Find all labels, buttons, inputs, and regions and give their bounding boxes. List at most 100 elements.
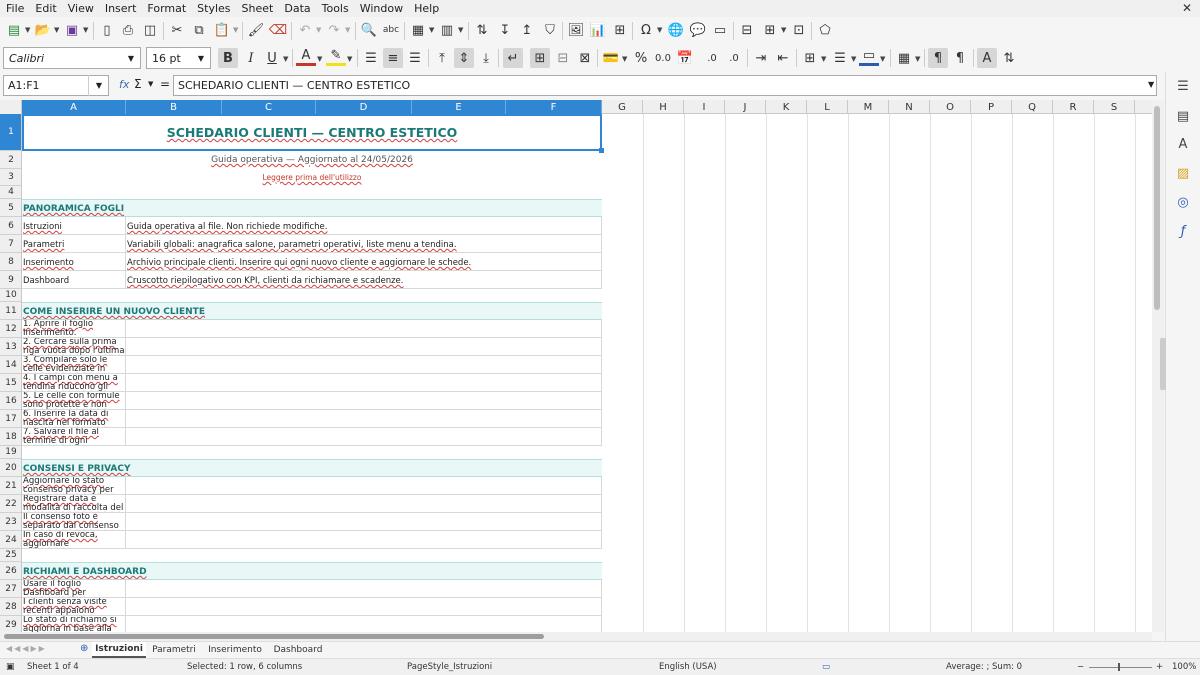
- chevron-down-icon[interactable]: ▼: [880, 55, 885, 63]
- print-icon[interactable]: ⎙: [118, 20, 138, 40]
- list-item[interactable]: 5. Le celle con formule sono protette e …: [22, 392, 126, 410]
- list-item[interactable]: 2. Cercare sulla prima riga vuota dopo l…: [22, 338, 126, 356]
- currency-format-icon[interactable]: 💳: [601, 48, 621, 68]
- selection-mode-icon[interactable]: ▭: [822, 662, 830, 672]
- clone-formatting-icon[interactable]: 🖌: [246, 20, 266, 40]
- tab-scroll-arrows-icon[interactable]: ◀◀◀▶▶: [6, 644, 47, 653]
- list-item[interactable]: Lo stato di richiamo si aggiorna in base…: [22, 616, 126, 632]
- header-footer-icon[interactable]: ▭: [710, 20, 730, 40]
- menu-help[interactable]: Help: [414, 2, 439, 15]
- column-header-i[interactable]: I: [684, 100, 725, 114]
- row-header[interactable]: 27: [0, 580, 21, 598]
- pivot-table-icon[interactable]: ⊞: [610, 20, 630, 40]
- redo-icon[interactable]: ↷: [324, 20, 344, 40]
- zoom-slider-thumb[interactable]: [1118, 663, 1120, 671]
- formula-input[interactable]: SCHEDARIO CLIENTI — CENTRO ESTETICO: [173, 75, 1157, 96]
- navigator-icon[interactable]: ◎: [1173, 192, 1193, 212]
- row-header[interactable]: 9: [0, 271, 21, 289]
- row-header[interactable]: 14: [0, 356, 21, 374]
- chevron-down-icon[interactable]: ▼: [317, 55, 322, 63]
- row-header[interactable]: 17: [0, 410, 21, 428]
- row-header[interactable]: 15: [0, 374, 21, 392]
- number-format-button[interactable]: 0.0: [653, 48, 673, 68]
- list-item[interactable]: Il consenso foto è separato dal consenso…: [22, 513, 126, 531]
- merge-cells-icon[interactable]: ⊟: [553, 48, 573, 68]
- row-header[interactable]: 10: [0, 289, 21, 302]
- zoom-slider[interactable]: [1089, 667, 1152, 668]
- row-header[interactable]: 13: [0, 338, 21, 356]
- list-item[interactable]: Aggiornare lo stato consenso privacy per…: [22, 477, 126, 495]
- copy-icon[interactable]: ⧉: [189, 20, 209, 40]
- table-cell[interactable]: Parametri: [22, 235, 126, 253]
- add-sheet-icon[interactable]: ⊕: [80, 643, 88, 654]
- cut-icon[interactable]: ✂: [167, 20, 187, 40]
- list-item[interactable]: 3. Compilare solo le celle evidenziate i…: [22, 356, 126, 374]
- show-draw-functions-icon[interactable]: ⬠: [815, 20, 835, 40]
- list-item[interactable]: 4. I campi con menu a tendina riducono g…: [22, 374, 126, 392]
- row-header[interactable]: 16: [0, 392, 21, 410]
- sort-descending-icon[interactable]: ↥: [517, 20, 537, 40]
- close-document-button[interactable]: ✕: [1182, 1, 1192, 15]
- delete-decimal-icon[interactable]: .0: [724, 48, 744, 68]
- table-cell[interactable]: [126, 598, 602, 616]
- tab-dashboard[interactable]: Dashboard: [270, 642, 326, 658]
- row-header[interactable]: 25: [0, 549, 21, 562]
- spelling-icon[interactable]: abc: [381, 20, 401, 40]
- column-header-r[interactable]: R: [1053, 100, 1094, 114]
- table-cell[interactable]: [126, 513, 602, 531]
- section-header-reminders[interactable]: RICHIAMI E DASHBOARD: [22, 562, 602, 580]
- menu-format[interactable]: Format: [147, 2, 186, 15]
- undo-icon[interactable]: ↶: [295, 20, 315, 40]
- row-header[interactable]: 26: [0, 562, 21, 580]
- chevron-down-icon[interactable]: ▼: [283, 55, 288, 63]
- borders-icon[interactable]: ⊞: [800, 48, 820, 68]
- table-cell[interactable]: Inserimento: [22, 253, 126, 271]
- row-header[interactable]: 2: [0, 151, 21, 169]
- hyperlink-icon[interactable]: 🌐: [666, 20, 686, 40]
- column-header-h[interactable]: H: [643, 100, 684, 114]
- decrease-indent-icon[interactable]: ⇤: [773, 48, 793, 68]
- table-cell[interactable]: [126, 392, 602, 410]
- gallery-icon[interactable]: ▨: [1173, 163, 1193, 183]
- row-header[interactable]: 6: [0, 217, 21, 235]
- chevron-down-icon[interactable]: ▼: [458, 26, 463, 34]
- expand-formula-bar-icon[interactable]: ▼: [1148, 80, 1154, 89]
- clear-formatting-icon[interactable]: ⌫: [268, 20, 288, 40]
- list-item[interactable]: 7. Salvare il file al termine di ogni se…: [22, 428, 126, 446]
- sum-icon[interactable]: Σ: [134, 77, 142, 91]
- chevron-down-icon[interactable]: ▼: [198, 54, 204, 63]
- menu-icon[interactable]: ☰: [1173, 76, 1193, 96]
- split-window-icon[interactable]: ⊡: [789, 20, 809, 40]
- note-cell[interactable]: Leggere prima dell'utilizzo: [22, 169, 602, 186]
- right-to-left-icon[interactable]: ¶: [950, 48, 970, 68]
- tab-istruzioni[interactable]: Istruzioni: [92, 642, 146, 658]
- border-color-icon[interactable]: ▭: [859, 48, 879, 66]
- align-top-icon[interactable]: ⤒: [432, 48, 452, 68]
- row-header[interactable]: 11: [0, 302, 21, 320]
- row-header[interactable]: 23: [0, 513, 21, 531]
- zoom-out-icon[interactable]: −: [1077, 662, 1084, 672]
- row-header[interactable]: 21: [0, 477, 21, 495]
- column-header-s[interactable]: S: [1094, 100, 1135, 114]
- table-cell[interactable]: Variabili globali: anagrafica salone, pa…: [126, 235, 602, 253]
- column-header-n[interactable]: N: [889, 100, 930, 114]
- menu-tools[interactable]: Tools: [322, 2, 349, 15]
- tab-parametri[interactable]: Parametri: [148, 642, 200, 658]
- chevron-down-icon[interactable]: ▼: [429, 26, 434, 34]
- row-header[interactable]: 22: [0, 495, 21, 513]
- table-cell[interactable]: [126, 374, 602, 392]
- autofilter-icon[interactable]: ⛉: [540, 20, 560, 40]
- open-folder-icon[interactable]: 📂: [33, 20, 53, 40]
- chevron-down-icon[interactable]: ▼: [88, 75, 109, 96]
- chevron-down-icon[interactable]: ▼: [781, 26, 786, 34]
- align-right-icon[interactable]: ☰: [405, 48, 425, 68]
- row-header[interactable]: 19: [0, 446, 21, 459]
- freeze-rows-columns-icon[interactable]: ⊞: [760, 20, 780, 40]
- vertical-scroll-thumb[interactable]: [1154, 106, 1160, 310]
- column-header-m[interactable]: M: [848, 100, 889, 114]
- row-header[interactable]: 7: [0, 235, 21, 253]
- sidebar-collapse-handle[interactable]: [1160, 338, 1166, 390]
- sum-readout[interactable]: Average: ; Sum: 0: [946, 662, 1022, 672]
- row-header[interactable]: 20: [0, 459, 21, 477]
- row-header[interactable]: 12: [0, 320, 21, 338]
